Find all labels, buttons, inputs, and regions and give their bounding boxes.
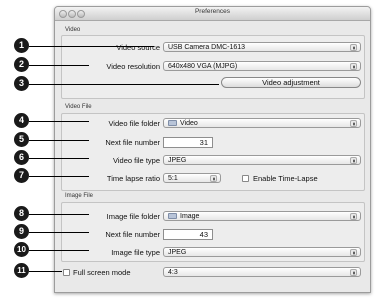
callout-pointer-line xyxy=(29,214,89,215)
callout-3: 3 xyxy=(14,76,29,91)
popup-arrows-icon xyxy=(350,213,357,220)
popup-arrows-icon xyxy=(350,249,357,256)
full-screen-ratio-select[interactable]: 4:3 xyxy=(163,267,361,277)
video-resolution-select[interactable]: 640x480 VGA (MJPG) xyxy=(163,61,361,71)
callout-pointer-line xyxy=(29,46,154,47)
full-screen-mode-label: Full screen mode xyxy=(73,268,131,277)
callout-pointer-line xyxy=(29,140,89,141)
callout-pointer-line xyxy=(29,232,89,233)
enable-time-lapse-checkbox[interactable] xyxy=(242,175,249,182)
title-bar: Preferences xyxy=(55,7,370,21)
video-file-type-select[interactable]: JPEG xyxy=(163,155,361,165)
callout-pointer-line xyxy=(29,84,219,85)
folder-icon xyxy=(168,213,177,219)
popup-arrows-icon xyxy=(350,269,357,276)
callout-7: 7 xyxy=(14,168,29,183)
image-file-folder-value: Image xyxy=(180,213,200,220)
image-file-section-title: Image File xyxy=(65,193,94,199)
popup-arrows-icon xyxy=(350,63,357,70)
popup-arrows-icon xyxy=(350,44,357,51)
callout-6: 6 xyxy=(14,150,29,165)
preferences-window: Preferences Video Video source USB Camer… xyxy=(54,6,371,293)
image-next-file-number-input[interactable]: 43 xyxy=(163,229,213,240)
video-file-folder-select[interactable]: Video xyxy=(163,118,361,128)
callout-2: 2 xyxy=(14,57,29,72)
callout-11: 11 xyxy=(14,263,29,278)
video-resolution-value: 640x480 VGA (MJPG) xyxy=(168,63,238,70)
callout-4: 4 xyxy=(14,113,29,128)
image-file-type-value: JPEG xyxy=(168,249,187,256)
video-file-section-title: Video File xyxy=(65,104,92,110)
video-adjustment-button[interactable]: Video adjustment xyxy=(221,77,361,88)
callout-pointer-line xyxy=(29,158,89,159)
enable-time-lapse-label: Enable Time-Lapse xyxy=(253,174,318,183)
callout-pointer-line xyxy=(29,250,89,251)
callout-10: 10 xyxy=(14,242,29,257)
callout-5: 5 xyxy=(14,132,29,147)
folder-icon xyxy=(168,120,177,126)
time-lapse-ratio-value: 5:1 xyxy=(168,175,178,182)
image-file-folder-select[interactable]: Image xyxy=(163,211,361,221)
video-source-select[interactable]: USB Camera DMC-1613 xyxy=(163,42,361,52)
video-file-folder-value: Video xyxy=(180,120,198,127)
video-source-value: USB Camera DMC-1613 xyxy=(168,44,246,51)
video-next-file-number-input[interactable]: 31 xyxy=(163,137,213,148)
callout-9: 9 xyxy=(14,224,29,239)
time-lapse-ratio-select[interactable]: 5:1 xyxy=(163,173,221,183)
popup-arrows-icon xyxy=(350,157,357,164)
video-section-title: Video xyxy=(65,27,81,33)
popup-arrows-icon xyxy=(210,175,217,182)
window-title: Preferences xyxy=(194,8,231,15)
full-screen-ratio-value: 4:3 xyxy=(168,269,178,276)
callout-1: 1 xyxy=(14,38,29,53)
popup-arrows-icon xyxy=(350,120,357,127)
callout-pointer-line xyxy=(29,121,89,122)
callout-pointer-line xyxy=(29,176,89,177)
callout-8: 8 xyxy=(14,206,29,221)
video-file-type-value: JPEG xyxy=(168,157,187,164)
video-source-label: Video source xyxy=(116,43,160,52)
callout-pointer-line xyxy=(29,271,62,272)
video-resolution-label: Video resolution xyxy=(106,62,160,71)
image-file-type-select[interactable]: JPEG xyxy=(163,247,361,257)
callout-pointer-line xyxy=(29,65,89,66)
full-screen-mode-checkbox[interactable] xyxy=(63,269,70,276)
